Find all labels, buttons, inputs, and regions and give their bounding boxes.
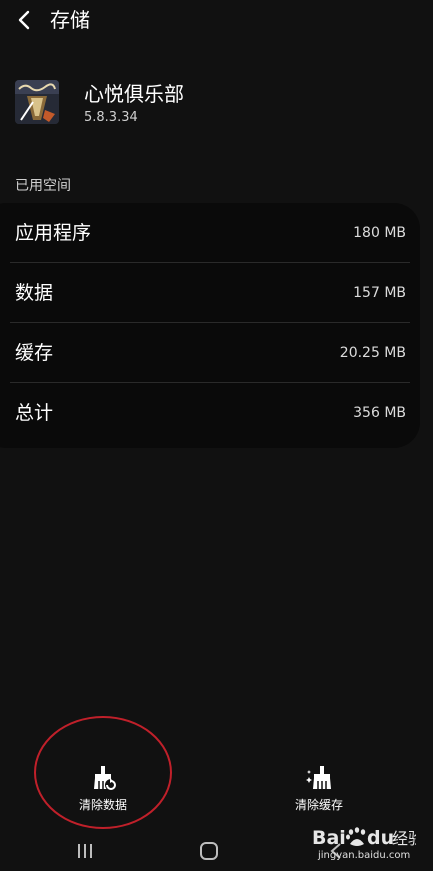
- section-label-used-space: 已用空间: [15, 178, 71, 194]
- page-title: 存储: [50, 8, 90, 32]
- row-label: 总计: [15, 402, 54, 424]
- storage-row-data: 数据 157 MB: [0, 263, 433, 323]
- clear-cache-button[interactable]: 清除缓存: [264, 755, 374, 819]
- storage-row-cache: 缓存 20.25 MB: [0, 323, 433, 383]
- row-label: 缓存: [15, 342, 54, 364]
- broom-clear-cache-icon: [306, 766, 331, 789]
- row-value: 157 MB: [353, 285, 406, 301]
- clear-data-button[interactable]: 清除数据: [48, 755, 158, 819]
- chevron-left-icon: [18, 10, 30, 30]
- nav-back-button[interactable]: [316, 838, 356, 864]
- broom-clear-data-icon: [94, 766, 117, 791]
- row-value: 356 MB: [353, 405, 406, 421]
- app-logo-icon: [15, 80, 59, 124]
- bottom-actions: 清除数据 清除缓存: [0, 755, 433, 825]
- row-value: 20.25 MB: [339, 345, 406, 361]
- storage-row-total: 总计 356 MB: [0, 383, 433, 443]
- storage-row-apps: 应用程序 180 MB: [0, 203, 433, 263]
- back-chevron-icon: [330, 843, 341, 859]
- header: 存储: [0, 0, 433, 44]
- row-label: 数据: [15, 282, 54, 304]
- app-name: 心悦俱乐部: [84, 82, 184, 106]
- app-info: 心悦俱乐部 5.8.3.34: [15, 80, 415, 130]
- row-label: 应用程序: [15, 222, 92, 244]
- recents-button[interactable]: [65, 838, 105, 864]
- navigation-bar: [0, 832, 433, 871]
- clear-data-label: 清除数据: [78, 798, 127, 812]
- app-version: 5.8.3.34: [84, 110, 138, 125]
- row-value: 180 MB: [353, 225, 406, 241]
- recents-icon: [78, 844, 92, 858]
- home-button[interactable]: [189, 838, 229, 864]
- home-icon: [200, 842, 218, 860]
- back-button[interactable]: [10, 6, 38, 34]
- clear-cache-label: 清除缓存: [294, 798, 343, 812]
